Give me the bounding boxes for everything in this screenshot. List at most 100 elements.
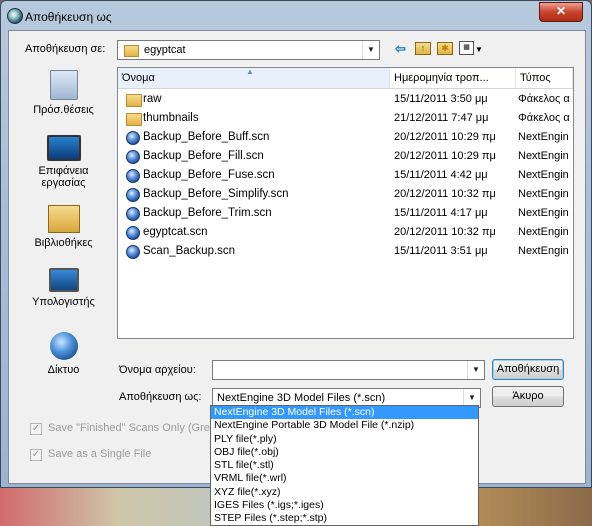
- save-in-value: egyptcat: [144, 44, 186, 56]
- file-row[interactable]: Backup_Before_Simplify.scn 20/12/2011 10:…: [118, 185, 573, 204]
- file-type: NextEngin: [518, 150, 569, 162]
- file-name: Backup_Before_Simplify.scn: [143, 188, 289, 200]
- file-name: egyptcat.scn: [143, 226, 208, 238]
- place-libraries[interactable]: Βιβλιοθήκες: [15, 205, 112, 249]
- scn-file-icon: [126, 207, 140, 221]
- place-label: Υπολογιστής: [32, 296, 95, 308]
- column-type[interactable]: Τύπος: [516, 68, 573, 88]
- filetype-option[interactable]: PLY file(*.ply): [211, 433, 478, 446]
- view-menu-dropdown-icon[interactable]: ▼: [475, 43, 483, 57]
- computer-icon: [48, 268, 79, 292]
- file-date: 15/11/2011 4:42 μμ: [394, 169, 488, 181]
- place-label: Επιφάνεια εργασίας: [38, 165, 89, 189]
- filetype-option[interactable]: XYZ file(*.xyz): [211, 486, 478, 499]
- chevron-down-icon[interactable]: ▼: [362, 41, 379, 59]
- file-name: raw: [143, 93, 162, 105]
- filetype-option[interactable]: OBJ file(*.obj): [211, 446, 478, 459]
- folder-icon: [126, 94, 142, 107]
- scn-file-icon: [126, 169, 140, 183]
- file-row[interactable]: Backup_Before_Buff.scn 20/12/2011 10:29 π…: [118, 128, 573, 147]
- scn-file-icon: [126, 150, 140, 164]
- sort-up-icon: ▲: [246, 68, 254, 76]
- file-row[interactable]: Scan_Backup.scn 15/11/2011 3:51 μμ NextEng…: [118, 242, 573, 261]
- file-date: 15/11/2011 3:51 μμ: [394, 245, 488, 257]
- file-date: 15/11/2011 4:17 μμ: [394, 207, 488, 219]
- filetype-option[interactable]: STEP Files (*.step;*.stp): [211, 512, 478, 525]
- desktop-icon: [46, 135, 81, 161]
- save-finished-label: Save "Finished" Scans Only (Gree: [48, 422, 216, 434]
- file-row[interactable]: Backup_Before_Fuse.scn 15/11/2011 4:42 μμ…: [118, 166, 573, 185]
- file-date: 21/12/2011 7:47 μμ: [394, 112, 489, 124]
- up-folder-icon[interactable]: ↑: [415, 42, 431, 55]
- file-row[interactable]: egyptcat.scn 20/12/2011 10:32 πμ NextEngin: [118, 223, 573, 242]
- file-type: NextEngin: [518, 207, 569, 219]
- file-type: NextEngin: [518, 245, 569, 257]
- file-type: NextEngin: [518, 226, 569, 238]
- recent-places-icon: [49, 70, 78, 100]
- file-row[interactable]: Backup_Before_Trim.scn 15/11/2011 4:17 μμ…: [118, 204, 573, 223]
- places-bar: Πρόσ.θέσεις Επιφάνεια εργασίας Βιβλιοθήκ…: [15, 66, 112, 381]
- file-name: thumbnails: [143, 112, 199, 124]
- file-type: NextEngin: [518, 131, 569, 143]
- network-icon: [49, 332, 78, 360]
- file-date: 20/12/2011 10:29 πμ: [394, 131, 496, 143]
- filetype-option[interactable]: NextEngine Portable 3D Model File (*.nzi…: [211, 419, 478, 432]
- save-button[interactable]: Αποθήκευση: [492, 359, 564, 380]
- save-as-type-value: NextEngine 3D Model Files (*.scn): [217, 392, 386, 404]
- place-label: Δίκτυο: [47, 364, 80, 376]
- file-row[interactable]: thumbnails 21/12/2011 7:47 μμ Φάκελος α: [118, 109, 573, 128]
- folder-icon: [126, 113, 142, 126]
- place-computer[interactable]: Υπολογιστής: [15, 268, 112, 308]
- file-date: 15/11/2011 3:50 μμ: [394, 93, 488, 105]
- filetype-option[interactable]: STL file(*.stl): [211, 459, 478, 472]
- file-name: Backup_Before_Buff.scn: [143, 131, 270, 143]
- file-date: 20/12/2011 10:32 πμ: [394, 188, 496, 200]
- folder-icon: [124, 45, 139, 57]
- filename-input[interactable]: ▼: [212, 360, 485, 380]
- save-in-combo[interactable]: egyptcat ▼: [117, 40, 380, 60]
- filetype-dropdown-list[interactable]: NextEngine 3D Model Files (*.scn) NextEng…: [210, 405, 479, 526]
- file-type: Φάκελος α: [518, 112, 570, 124]
- file-row[interactable]: Backup_Before_Fill.scn 20/12/2011 10:29 π…: [118, 147, 573, 166]
- place-recent[interactable]: Πρόσ.θέσεις: [15, 70, 112, 116]
- libraries-icon: [47, 205, 80, 233]
- column-header-row: Όνομα ▲ Ημερομηνία τροπ... Τύπος: [118, 68, 573, 89]
- file-name: Scan_Backup.scn: [143, 245, 236, 257]
- file-row[interactable]: raw 15/11/2011 3:50 μμ Φάκελος α: [118, 90, 573, 109]
- filename-label: Όνομα αρχείου:: [119, 364, 196, 376]
- save-as-type-label: Αποθήκευση ως:: [119, 391, 202, 403]
- file-name: Backup_Before_Fill.scn: [143, 150, 264, 162]
- scn-file-icon: [126, 131, 140, 145]
- save-in-label: Αποθήκευση σε:: [25, 43, 106, 55]
- file-date: 20/12/2011 10:32 πμ: [394, 226, 496, 238]
- place-desktop[interactable]: Επιφάνεια εργασίας: [15, 135, 112, 189]
- save-finished-checkbox[interactable]: ✓: [30, 423, 42, 435]
- place-network[interactable]: Δίκτυο: [15, 332, 112, 376]
- file-type: NextEngin: [518, 188, 569, 200]
- filetype-option[interactable]: NextEngine 3D Model Files (*.scn): [211, 406, 478, 420]
- back-arrow-icon[interactable]: ⇦: [395, 42, 406, 56]
- file-type: NextEngin: [518, 169, 569, 181]
- scn-file-icon: [126, 188, 140, 202]
- window-title: Αποθήκευση ως: [25, 10, 112, 24]
- single-file-checkbox[interactable]: ✓: [30, 449, 42, 461]
- file-list[interactable]: Όνομα ▲ Ημερομηνία τροπ... Τύπος raw 15/1…: [117, 67, 574, 339]
- file-type: Φάκελος α: [518, 93, 570, 105]
- close-button[interactable]: ✕: [539, 2, 583, 22]
- scn-file-icon: [126, 226, 140, 240]
- cancel-button[interactable]: Άκυρο: [492, 386, 564, 407]
- app-icon: [7, 8, 23, 24]
- single-file-label: Save as a Single File: [48, 448, 152, 460]
- view-menu-icon[interactable]: ▦: [459, 41, 474, 55]
- file-name: Backup_Before_Fuse.scn: [143, 169, 275, 181]
- filetype-option[interactable]: VRML file(*.wrl): [211, 472, 478, 485]
- file-date: 20/12/2011 10:29 πμ: [394, 150, 496, 162]
- filetype-option[interactable]: IGES Files (*.igs;*.iges): [211, 499, 478, 512]
- place-label: Βιβλιοθήκες: [34, 237, 93, 249]
- place-label: Πρόσ.θέσεις: [33, 104, 94, 116]
- new-folder-icon[interactable]: ✱: [437, 42, 453, 55]
- scn-file-icon: [126, 245, 140, 259]
- column-date[interactable]: Ημερομηνία τροπ...: [390, 68, 516, 88]
- column-name[interactable]: Όνομα ▲: [118, 68, 390, 88]
- chevron-down-icon[interactable]: ▼: [467, 361, 484, 379]
